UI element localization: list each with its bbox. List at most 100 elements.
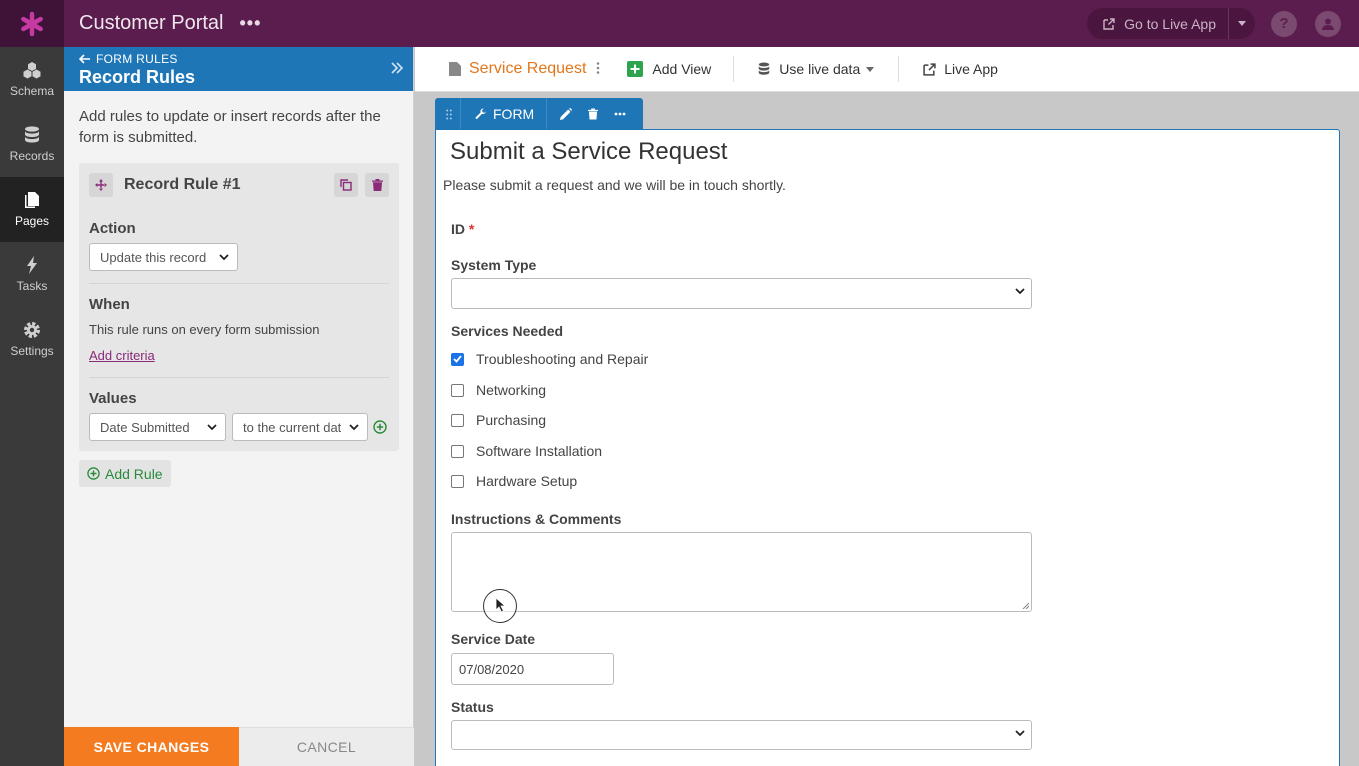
live-app-link[interactable]: Live App	[923, 61, 998, 77]
trash-icon	[371, 179, 383, 191]
id-label-text: ID	[451, 221, 465, 237]
action-select-value: Update this record	[100, 249, 207, 265]
app-more-button[interactable]: •••	[240, 13, 262, 34]
add-view-label: Add View	[652, 61, 712, 77]
service-option-label: Networking	[476, 382, 547, 398]
form-tab-label: FORM	[493, 106, 535, 122]
database-icon	[25, 126, 39, 143]
record-rules-panel: FORM RULES Record Rules Add rules to upd…	[64, 47, 414, 766]
caret-down-icon	[1238, 21, 1246, 26]
go-to-live-app-main[interactable]: Go to Live App	[1087, 8, 1229, 39]
checkbox-purchasing[interactable]	[451, 413, 464, 427]
value-field-select[interactable]: Date Submitted	[89, 413, 226, 441]
value-target-select[interactable]: to the current dat	[232, 413, 368, 441]
chevron-down-icon	[1015, 288, 1025, 295]
app-title: Customer Portal	[79, 12, 224, 34]
nav-item-label: Pages	[14, 214, 50, 228]
go-to-live-app-label: Go to Live App	[1124, 15, 1216, 32]
page-options-icon[interactable]	[596, 61, 600, 78]
checkbox-networking[interactable]	[451, 383, 464, 397]
add-rule-button[interactable]: Add Rule	[79, 460, 171, 487]
system-type-select[interactable]	[451, 278, 1032, 309]
service-option[interactable]: Troubleshooting and Repair	[451, 351, 648, 367]
panel-description: Add rules to update or insert records af…	[79, 108, 381, 146]
service-option-label: Hardware Setup	[476, 473, 578, 489]
service-option[interactable]: Hardware Setup	[451, 473, 577, 489]
cancel-button[interactable]: CANCEL	[239, 727, 414, 766]
nav-item-label: Settings	[10, 344, 54, 358]
form-more-button[interactable]	[606, 98, 634, 130]
service-option[interactable]: Software Installation	[451, 443, 602, 459]
add-value-icon[interactable]	[373, 420, 387, 434]
checkbox-troubleshooting[interactable]	[451, 352, 464, 366]
service-request-form: Submit a Service Request Please submit a…	[435, 129, 1340, 766]
action-select[interactable]: Update this record	[89, 243, 238, 271]
record-rule-card: Record Rule #1 Action Update this record…	[79, 163, 399, 451]
form-title: Submit a Service Request	[450, 138, 728, 165]
service-option[interactable]: Purchasing	[451, 412, 546, 428]
add-criteria-link[interactable]: Add criteria	[89, 348, 155, 363]
service-option[interactable]: Networking	[451, 382, 546, 398]
form-drag-handle[interactable]	[435, 98, 460, 130]
instructions-label: Instructions & Comments	[451, 511, 622, 527]
asterisk-logo-icon	[21, 11, 43, 36]
system-type-label: System Type	[451, 257, 537, 273]
nav-item-records[interactable]: Records	[0, 112, 64, 177]
go-to-live-app-button[interactable]: Go to Live App	[1087, 8, 1255, 39]
pencil-icon	[560, 108, 573, 120]
move-icon	[95, 179, 107, 191]
breadcrumb[interactable]: FORM RULES	[79, 47, 413, 66]
value-field-select-value: Date Submitted	[100, 419, 190, 435]
save-changes-button[interactable]: SAVE CHANGES	[64, 727, 239, 766]
mouse-cursor-indicator	[483, 589, 517, 623]
action-label: Action	[89, 220, 136, 237]
nav-item-label: Records	[9, 149, 55, 163]
page-name-item[interactable]: Service Request	[449, 60, 586, 78]
service-option-label: Purchasing	[476, 412, 547, 428]
nav-item-tasks[interactable]: Tasks	[0, 242, 64, 307]
use-live-data-dropdown[interactable]: Use live data	[758, 61, 875, 77]
duplicate-rule-button[interactable]	[334, 173, 358, 197]
form-view-tab: FORM	[435, 98, 643, 130]
nav-item-pages[interactable]: Pages	[0, 177, 64, 242]
more-dots-icon	[614, 112, 626, 116]
checkbox-hardware-setup[interactable]	[451, 474, 464, 488]
service-option-label: Troubleshooting and Repair	[476, 351, 649, 367]
page-icon	[449, 62, 461, 76]
services-needed-label: Services Needed	[451, 323, 564, 339]
status-select[interactable]	[451, 720, 1032, 750]
delete-rule-button[interactable]	[365, 173, 389, 197]
chevron-down-icon	[1015, 730, 1025, 737]
panel-header: FORM RULES Record Rules	[64, 47, 413, 91]
nav-item-settings[interactable]: Settings	[0, 307, 64, 372]
gear-icon	[24, 322, 40, 338]
app-logo[interactable]	[0, 0, 64, 47]
vertical-dots-icon	[597, 61, 600, 74]
instructions-textarea[interactable]	[451, 532, 1032, 612]
plus-circle-icon	[87, 467, 100, 480]
toolbar-divider	[733, 56, 735, 82]
resize-handle-icon[interactable]	[1022, 602, 1029, 609]
service-date-input[interactable]: 07/08/2020	[451, 653, 614, 685]
checkbox-software-installation[interactable]	[451, 444, 464, 458]
nav-item-schema[interactable]: Schema	[0, 47, 64, 112]
service-date-label: Service Date	[451, 631, 536, 647]
user-account-icon[interactable]	[1315, 10, 1341, 37]
drag-handle[interactable]	[89, 173, 113, 197]
collapse-panel-icon[interactable]	[391, 61, 404, 79]
trash-icon	[588, 108, 599, 120]
help-icon[interactable]: ?	[1271, 10, 1297, 37]
panel-footer: SAVE CHANGES CANCEL	[64, 727, 414, 766]
edit-form-button[interactable]	[547, 98, 580, 130]
schema-icon	[23, 62, 41, 79]
add-view-button[interactable]: Add View	[627, 61, 711, 77]
form-settings-tab[interactable]: FORM	[460, 98, 548, 130]
lightning-icon	[27, 256, 37, 274]
when-description: This rule runs on every form submission	[89, 322, 320, 337]
rule-title: Record Rule #1	[124, 176, 241, 193]
value-target-select-value: to the current dat	[243, 419, 342, 435]
live-app-dropdown-toggle[interactable]	[1229, 21, 1255, 26]
external-link-icon	[923, 62, 936, 76]
delete-form-button[interactable]	[580, 98, 606, 130]
copy-icon	[340, 179, 352, 191]
